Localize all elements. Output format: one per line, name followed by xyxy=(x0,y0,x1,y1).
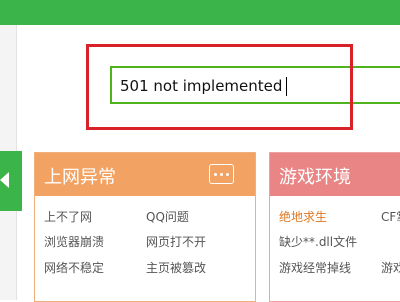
net-card-title: 上网异常 xyxy=(44,167,116,188)
link-qq-issue[interactable]: QQ问题 xyxy=(146,208,189,225)
game-card-header: 游戏环境 xyxy=(270,153,400,196)
link-game-more[interactable]: 游戏 xyxy=(381,259,400,276)
link-no-internet[interactable]: 上不了网 xyxy=(44,208,92,225)
link-network-unstable[interactable]: 网络不稳定 xyxy=(44,259,104,276)
link-pubg[interactable]: 绝地求生 xyxy=(279,208,327,225)
left-collapse-tab[interactable] xyxy=(0,151,22,211)
game-env-card: 游戏环境 绝地求生 CF掌 缺少**.dll文件 游戏经常掉线 游戏 xyxy=(269,152,400,302)
link-page-not-open[interactable]: 网页打不开 xyxy=(146,233,206,250)
net-issues-card: 上网异常 上不了网 QQ问题 浏览器崩溃 网页打不开 网络不稳定 主页被篡改 xyxy=(34,152,256,302)
net-card-header: 上网异常 xyxy=(35,153,255,196)
game-card-title: 游戏环境 xyxy=(279,167,351,188)
link-game-disconnect[interactable]: 游戏经常掉线 xyxy=(279,259,351,276)
more-button[interactable] xyxy=(209,164,234,184)
chevron-left-icon xyxy=(0,172,9,188)
more-dot xyxy=(226,172,229,176)
link-homepage-hijacked[interactable]: 主页被篡改 xyxy=(146,259,206,276)
more-dots-icon xyxy=(214,172,217,176)
more-dot xyxy=(220,172,223,176)
top-bar xyxy=(0,0,400,25)
link-cf[interactable]: CF掌 xyxy=(381,208,400,225)
highlight-annotation xyxy=(86,44,353,130)
link-missing-dll[interactable]: 缺少**.dll文件 xyxy=(279,233,357,250)
link-browser-crash[interactable]: 浏览器崩溃 xyxy=(44,233,104,250)
